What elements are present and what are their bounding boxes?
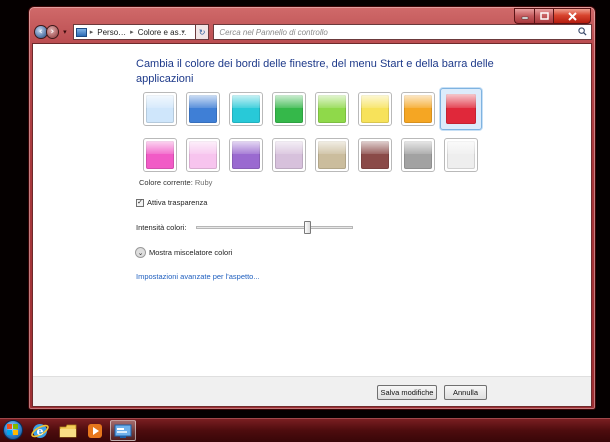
address-dropdown-icon[interactable]: ▾: [181, 28, 185, 36]
content-area: Cambia il colore dei bordi delle finestr…: [32, 43, 592, 407]
save-changes-button[interactable]: Salva modifiche: [377, 385, 437, 400]
search-icon[interactable]: [578, 27, 587, 36]
chevron-down-icon: ▾: [63, 29, 67, 36]
taskbar-control-panel[interactable]: [110, 420, 136, 441]
breadcrumb-separator-icon: ▸: [130, 29, 134, 36]
taskbar-internet-explorer[interactable]: e: [27, 420, 53, 441]
caption-buttons: [514, 8, 591, 24]
current-color-text: Colore corrente: Ruby: [139, 178, 212, 187]
maximize-icon: [539, 12, 549, 20]
breadcrumb-separator-icon: ▸: [89, 29, 94, 36]
color-swatch-blush[interactable]: [186, 138, 220, 172]
checkmark-icon: ✓: [137, 199, 143, 206]
folder-icon: [59, 424, 77, 437]
transparency-label[interactable]: Attiva trasparenza: [147, 198, 207, 207]
swatch-color-fill: [446, 94, 476, 124]
taskbar: e: [0, 418, 610, 442]
page-title: Cambia il colore dei bordi delle finestr…: [136, 58, 494, 85]
color-swatch-chocolate[interactable]: [358, 138, 392, 172]
close-button[interactable]: [553, 8, 591, 24]
internet-explorer-icon: e: [31, 423, 49, 438]
control-panel-icon: [75, 27, 87, 37]
swatch-color-fill: [318, 141, 346, 169]
color-swatch-violet[interactable]: [229, 138, 263, 172]
swatch-color-fill: [232, 141, 260, 169]
minimize-button[interactable]: [514, 8, 534, 24]
swatch-color-fill: [318, 95, 346, 123]
color-swatch-ruby[interactable]: [440, 88, 482, 130]
swatch-color-fill: [361, 95, 389, 123]
dialog-footer: Salva modifiche Annulla: [33, 376, 591, 406]
swatch-color-fill: [404, 95, 432, 123]
slider-track[interactable]: [196, 226, 353, 229]
swatch-color-fill: [146, 141, 174, 169]
control-panel-window: ‹ › ▾ ▸ Perso… ▸ Colore e as… ▾ ↻ Cerca …: [28, 6, 596, 410]
swatch-color-fill: [146, 95, 174, 123]
recent-pages-dropdown[interactable]: ▾: [61, 25, 69, 39]
expand-chevron-icon[interactable]: ⌄: [135, 247, 146, 258]
color-swatch-lime[interactable]: [315, 92, 349, 126]
taskbar-media-player[interactable]: [82, 420, 108, 441]
transparency-option[interactable]: ✓ Attiva trasparenza: [136, 198, 207, 207]
start-button[interactable]: [3, 420, 23, 440]
intensity-label: Intensità colori:: [136, 223, 187, 232]
media-player-icon: [88, 423, 102, 438]
swatch-color-fill: [275, 95, 303, 123]
color-swatch-leaf[interactable]: [272, 92, 306, 126]
swatch-color-fill: [404, 141, 432, 169]
desktop: ‹ › ▾ ▸ Perso… ▸ Colore e as… ▾ ↻ Cerca …: [0, 0, 610, 442]
swatch-color-fill: [361, 141, 389, 169]
search-input[interactable]: Cerca nel Pannello di controllo: [213, 24, 593, 40]
minimize-icon: [521, 16, 528, 20]
color-swatch-sun[interactable]: [358, 92, 392, 126]
color-mixer-toggle[interactable]: ⌄ Mostra miscelatore colori: [135, 247, 232, 258]
swatch-color-fill: [189, 95, 217, 123]
transparency-checkbox[interactable]: ✓: [136, 198, 144, 207]
search-placeholder: Cerca nel Pannello di controllo: [219, 27, 328, 37]
color-swatch-fuchsia[interactable]: [143, 138, 177, 172]
breadcrumb-item[interactable]: Colore e as…: [138, 28, 187, 37]
color-mixer-label[interactable]: Mostra miscelatore colori: [149, 248, 232, 257]
cancel-button[interactable]: Annulla: [444, 385, 487, 400]
breadcrumb-item[interactable]: Perso…: [97, 28, 126, 37]
taskbar-explorer[interactable]: [55, 420, 81, 441]
svg-text:e: e: [37, 425, 44, 438]
swatch-color-fill: [447, 141, 475, 169]
close-icon: [567, 11, 577, 21]
current-color-value: Ruby: [194, 178, 213, 187]
color-swatch-frost[interactable]: [444, 138, 478, 172]
address-bar[interactable]: ▸ Perso… ▸ Colore e as… ▾: [72, 24, 196, 40]
color-swatch-lavender[interactable]: [272, 138, 306, 172]
refresh-icon: ↻: [198, 27, 206, 37]
swatch-color-fill: [275, 141, 303, 169]
color-swatch-taupe[interactable]: [315, 138, 349, 172]
refresh-button[interactable]: ↻: [195, 24, 210, 40]
color-swatch-slate[interactable]: [401, 138, 435, 172]
color-swatch-sky[interactable]: [143, 92, 177, 126]
color-swatch-pumpkin[interactable]: [401, 92, 435, 126]
forward-button[interactable]: ›: [45, 25, 60, 39]
forward-arrow-icon: ›: [50, 27, 55, 37]
color-swatch-twilight[interactable]: [186, 92, 220, 126]
windows-logo-icon: [7, 424, 18, 435]
back-arrow-icon: ‹: [38, 27, 43, 37]
navigation-bar: ‹ › ▾ ▸ Perso… ▸ Colore e as… ▾ ↻ Cerca …: [32, 23, 593, 41]
current-color-label: Colore corrente:: [139, 178, 193, 187]
swatch-color-fill: [232, 95, 260, 123]
maximize-button[interactable]: [534, 8, 553, 24]
intensity-slider[interactable]: [196, 221, 353, 234]
slider-thumb[interactable]: [304, 221, 311, 234]
color-swatch-sea[interactable]: [229, 92, 263, 126]
swatch-color-fill: [189, 141, 217, 169]
control-panel-icon: [114, 424, 132, 438]
advanced-appearance-link[interactable]: Impostazioni avanzate per l'aspetto...: [136, 272, 260, 281]
